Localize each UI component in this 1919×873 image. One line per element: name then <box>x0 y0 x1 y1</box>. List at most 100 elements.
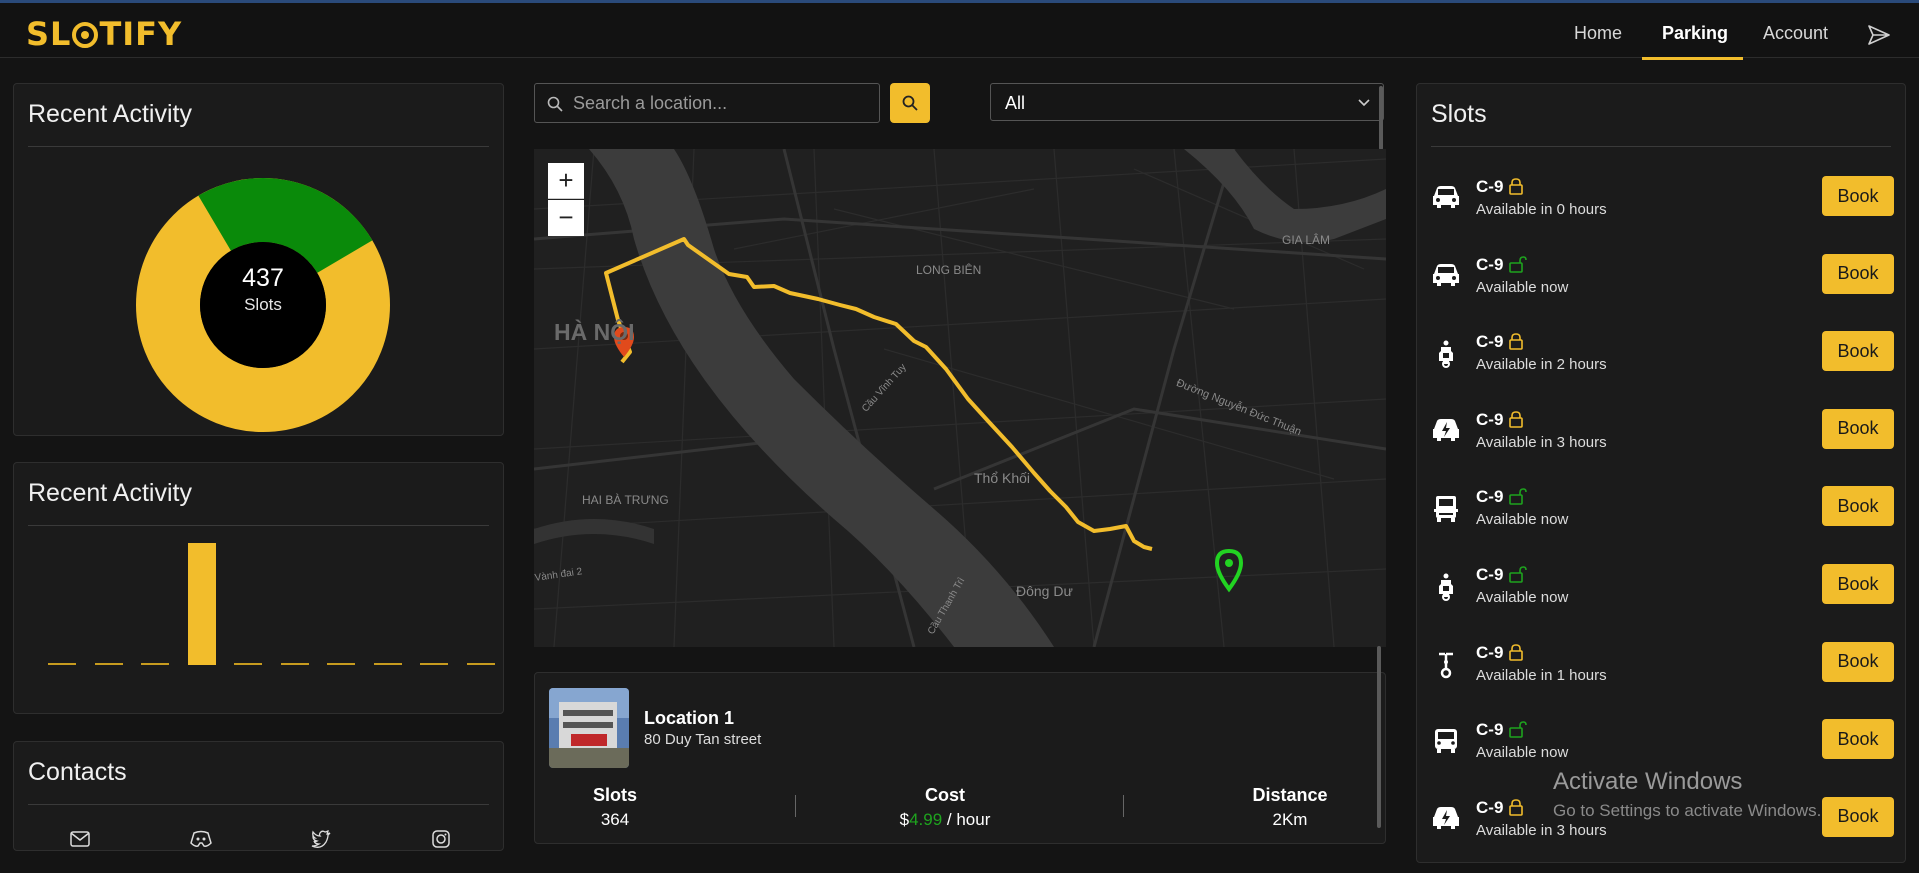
slots-unit: Slots <box>244 295 282 314</box>
car-icon <box>1431 184 1461 215</box>
slot-row: C-9 Available now Book <box>1417 480 1905 557</box>
book-button[interactable]: Book <box>1822 176 1894 216</box>
bar-baseline <box>327 663 355 665</box>
nav-account[interactable]: Account <box>1763 23 1828 44</box>
slot-code: C-9 <box>1476 720 1504 740</box>
map-canvas <box>534 149 1386 647</box>
chevron-down-icon <box>1358 99 1370 107</box>
location-name: Location 1 <box>644 708 735 728</box>
book-button[interactable]: Book <box>1822 641 1894 682</box>
location-thumbnail <box>549 688 629 768</box>
search-button[interactable] <box>890 83 930 123</box>
divider <box>795 795 796 817</box>
bar-baseline <box>48 663 76 665</box>
slot-availability: Available now <box>1476 744 1569 762</box>
slot-code: C-9 <box>1476 254 1504 274</box>
card-title: Contacts <box>28 758 127 786</box>
slots-card: Slots C-9 Available in 0 hours Book C-9 Avai… <box>1416 83 1906 863</box>
cost-stat: Cost $4.99 / hour <box>865 785 1025 830</box>
book-button[interactable]: Book <box>1822 486 1894 527</box>
cost-currency: $ <box>899 810 910 829</box>
slot-row: C-9 Available now Book <box>1417 248 1905 325</box>
truck-icon <box>1431 494 1461 529</box>
search-input[interactable] <box>573 92 873 114</box>
card-title: Recent Activity <box>28 479 192 507</box>
slot-availability: Available in 2 hours <box>1476 356 1607 374</box>
search-icon <box>547 96 563 112</box>
distance-stat-label: Distance <box>1252 785 1328 805</box>
slot-availability: Available in 1 hours <box>1476 666 1607 684</box>
divider <box>28 525 489 526</box>
slot-code: C-9 <box>1476 797 1504 817</box>
slot-availability: Available in 3 hours <box>1476 433 1607 451</box>
slot-row: C-9 Available in 0 hours Book <box>1417 170 1905 247</box>
unlock-icon <box>1509 566 1527 588</box>
unlock-icon <box>1509 721 1527 743</box>
scooter-icon <box>1431 572 1461 607</box>
bar-baseline <box>466 663 495 665</box>
slot-row: C-9 Available in 3 hours Book <box>1417 403 1905 480</box>
discord-icon[interactable] <box>190 830 212 848</box>
recent-activity-bar-card: Recent Activity <box>13 462 504 714</box>
bar-baseline <box>141 663 169 665</box>
map-label: HÀ NỘI <box>554 319 635 345</box>
map[interactable]: LONG BIÊN GIA LÂM HÀ NỘI HAI BÀ TRƯNG Th… <box>534 149 1386 647</box>
van-icon <box>1431 727 1461 760</box>
lock-icon <box>1509 798 1523 821</box>
scrollbar-thumb[interactable] <box>1379 86 1383 150</box>
cost-stat-value: $4.99 / hour <box>865 810 1025 830</box>
distance-stat: Distance 2Km <box>1235 785 1345 830</box>
zoom-out-button[interactable]: − <box>548 200 584 236</box>
search-box <box>534 83 880 123</box>
slot-code: C-9 <box>1476 177 1504 196</box>
vehicle-filter-select[interactable]: All <box>990 83 1384 121</box>
slot-code: C-9 <box>1476 409 1504 429</box>
logo[interactable]: SL TIFY <box>26 15 182 53</box>
scrollbar-thumb[interactable] <box>1377 646 1381 828</box>
book-button[interactable]: Book <box>1822 253 1894 294</box>
bar-baseline <box>234 663 262 665</box>
slots-total: 437 <box>242 264 284 292</box>
instagram-icon[interactable] <box>432 830 450 848</box>
lock-icon <box>1509 410 1523 433</box>
nav-home[interactable]: Home <box>1574 23 1622 44</box>
book-button[interactable]: Book <box>1822 564 1894 604</box>
book-button[interactable]: Book <box>1822 331 1894 372</box>
slot-code: C-9 <box>1476 332 1504 352</box>
book-button[interactable]: Book <box>1822 719 1894 760</box>
map-label: Đông Dư <box>1016 583 1073 599</box>
cost-unit: / hour <box>946 810 991 829</box>
recent-activity-donut-card: Recent Activity 437 Slots <box>13 83 504 436</box>
nav-active-indicator <box>1642 57 1743 60</box>
book-button[interactable]: Book <box>1822 408 1894 449</box>
map-label: LONG BIÊN <box>916 263 982 277</box>
lock-icon <box>1509 643 1523 666</box>
scooter-icon <box>1431 339 1461 374</box>
mail-icon[interactable] <box>70 831 90 847</box>
logo-text-left: SL <box>26 15 72 53</box>
activity-bar-chart <box>34 543 495 665</box>
bar-baseline <box>280 663 309 665</box>
twitter-icon[interactable] <box>311 830 331 848</box>
cost-stat-label: Cost <box>925 785 965 805</box>
unlock-icon <box>1509 488 1527 510</box>
slot-availability: Available in 3 hours <box>1476 821 1607 839</box>
lock-icon <box>1509 333 1523 355</box>
slot-row: C-9 Available in 1 hours Book <box>1417 636 1905 713</box>
slots-stat-label: Slots <box>592 785 637 805</box>
location-card[interactable]: Location 1 80 Duy Tan street Slots 364 C… <box>534 672 1386 844</box>
book-button[interactable]: Book <box>1822 796 1894 837</box>
divider <box>1431 146 1891 147</box>
bar-baseline <box>420 663 448 665</box>
nav-parking[interactable]: Parking <box>1662 23 1728 44</box>
unlock-icon <box>1509 255 1527 278</box>
map-label: Thổ Khối <box>974 470 1031 486</box>
send-icon[interactable] <box>1868 25 1890 45</box>
slot-code: C-9 <box>1476 487 1504 507</box>
filter-selected-value: All <box>1005 93 1026 113</box>
zoom-in-button[interactable]: + <box>548 163 584 199</box>
distance-stat-value: 2Km <box>1272 810 1308 829</box>
card-title: Slots <box>1431 100 1487 128</box>
map-label: HAI BÀ TRƯNG <box>582 493 669 507</box>
electric-car-icon <box>1431 805 1461 836</box>
